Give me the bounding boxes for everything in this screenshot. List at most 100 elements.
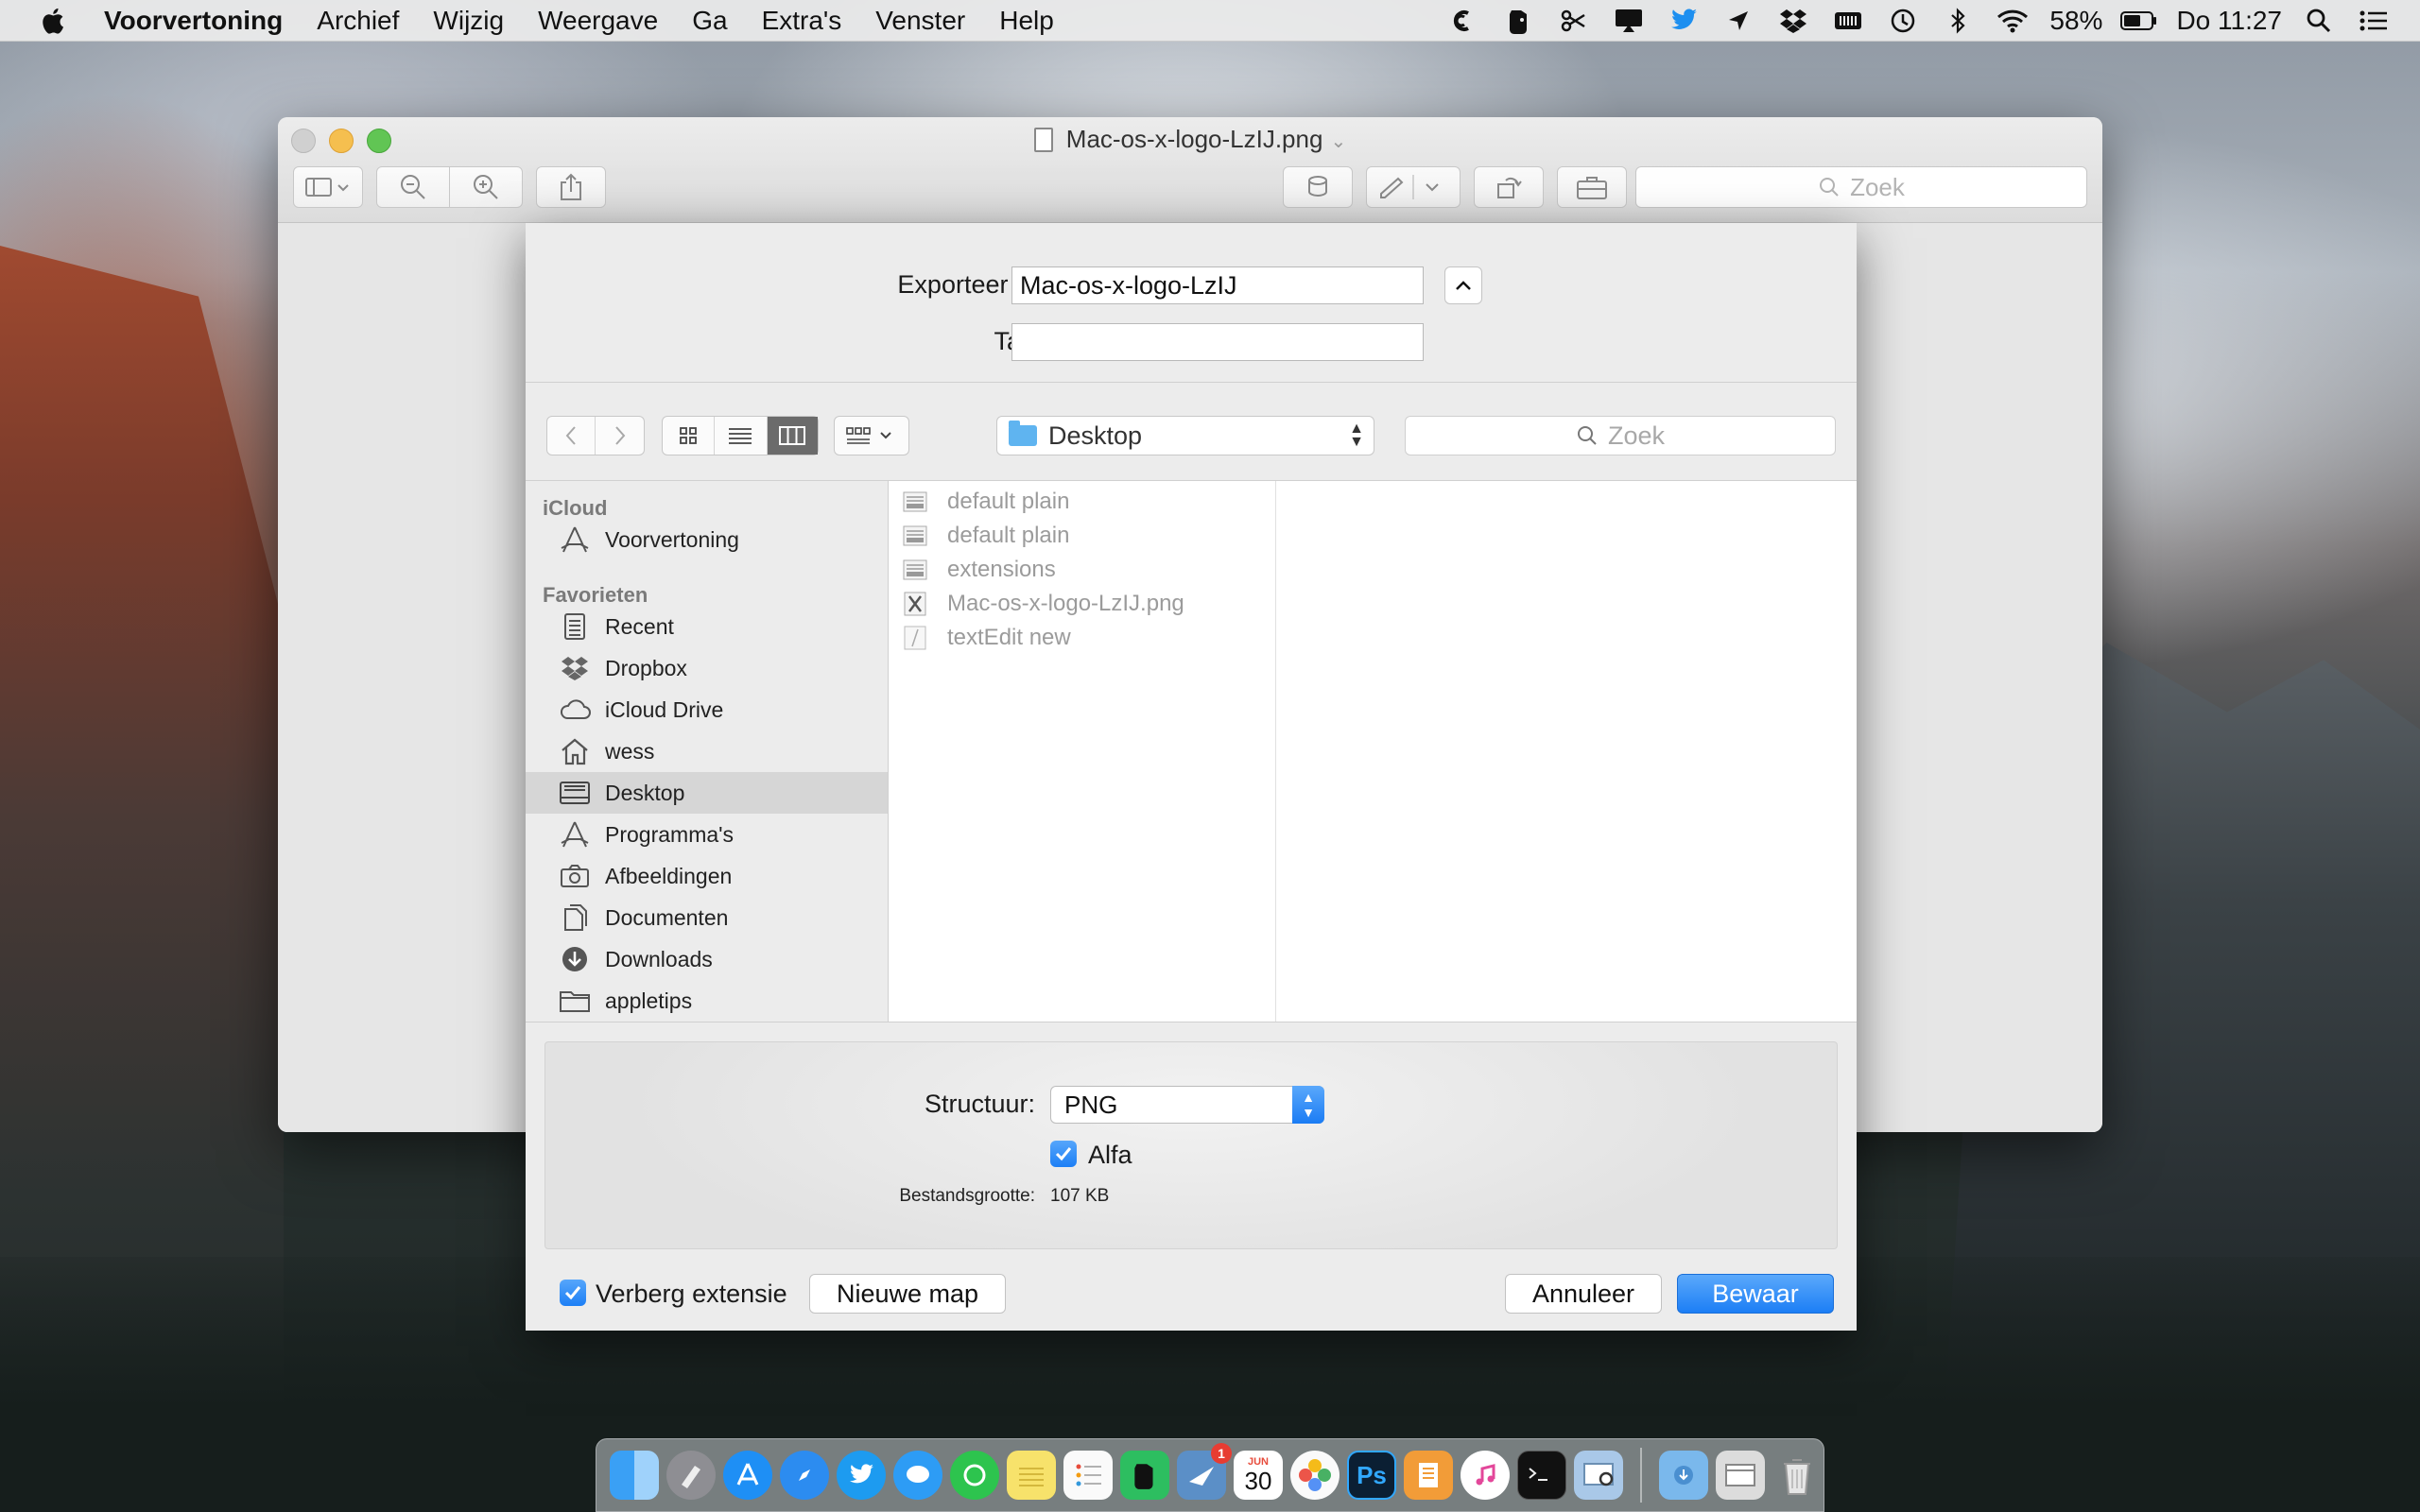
sidebar-item-desktop[interactable]: Desktop xyxy=(526,772,888,814)
arrange-control xyxy=(834,416,909,455)
sheet-search-field[interactable]: Zoek xyxy=(1405,416,1836,455)
sidebar-item-label: Dropbox xyxy=(605,655,687,680)
time-machine-icon[interactable] xyxy=(1876,0,1930,42)
calendar-icon[interactable]: JUN 30 xyxy=(1234,1451,1283,1500)
calendar-day: 30 xyxy=(1244,1467,1272,1495)
launchpad-icon[interactable] xyxy=(666,1451,716,1500)
share-button[interactable] xyxy=(536,166,606,208)
file-row[interactable]: default plain xyxy=(889,519,1276,553)
finder-icon[interactable] xyxy=(610,1451,659,1500)
export-name-field[interactable]: Mac-os-x-logo-LzIJ xyxy=(1011,266,1424,304)
sidebar-item-programmas[interactable]: Programma's xyxy=(526,814,888,855)
wifi-icon[interactable] xyxy=(1985,0,2040,42)
zoom-out-icon xyxy=(401,175,425,199)
creative-cloud-icon[interactable] xyxy=(1437,0,1492,42)
location-popup[interactable]: Desktop ▲ ▼ xyxy=(996,416,1374,455)
toolbox-icon xyxy=(1577,177,1607,199)
menubar-clock[interactable]: Do 11:27 xyxy=(2167,6,2291,36)
menu-extras[interactable]: Extra's xyxy=(745,0,859,42)
menu-wijzig[interactable]: Wijzig xyxy=(416,0,521,42)
sidebar-item-dropbox[interactable]: Dropbox xyxy=(526,647,888,689)
twitter-app-icon[interactable] xyxy=(837,1451,886,1500)
menu-app-name[interactable]: Voorvertoning xyxy=(104,0,300,42)
dropbox-icon[interactable] xyxy=(1766,0,1821,42)
back-button[interactable] xyxy=(547,417,596,455)
preview-search-field[interactable]: Zoek xyxy=(1635,166,2087,208)
format-popup[interactable]: PNG ▲ ▼ xyxy=(1050,1086,1324,1124)
pages-icon[interactable] xyxy=(1404,1451,1453,1500)
airplay-display-icon[interactable] xyxy=(1601,0,1656,42)
file-row[interactable]: Mac-os-x-logo-LzIJ.png xyxy=(889,587,1276,621)
safari-icon[interactable] xyxy=(780,1451,829,1500)
rotate-left-button[interactable] xyxy=(1474,166,1544,208)
sidebar-item-documenten[interactable]: Documenten xyxy=(526,897,888,938)
preview-app-icon[interactable] xyxy=(1574,1451,1623,1500)
collapse-sheet-button[interactable] xyxy=(1444,266,1482,304)
trash-icon[interactable] xyxy=(1772,1451,1822,1500)
sidebar-toggle-button[interactable] xyxy=(293,166,363,208)
save-button[interactable]: Bewaar xyxy=(1677,1274,1834,1314)
sidebar-item-voorvertoning[interactable]: Voorvertoning xyxy=(526,519,888,560)
terminal-icon[interactable] xyxy=(1517,1451,1566,1500)
hide-extension-checkbox[interactable] xyxy=(560,1280,586,1306)
location-arrow-icon[interactable] xyxy=(1711,0,1766,42)
whatsapp-icon[interactable] xyxy=(950,1451,999,1500)
column-view-button[interactable] xyxy=(767,417,818,455)
bluetooth-icon[interactable] xyxy=(1930,0,1985,42)
twitter-icon[interactable] xyxy=(1656,0,1711,42)
cancel-button[interactable]: Annuleer xyxy=(1505,1274,1662,1314)
messages-icon[interactable] xyxy=(893,1451,942,1500)
window-titlebar: Mac-os-x-logo-LzIJ.png ⌄ Zoek xyxy=(278,117,2102,223)
sidebar-item-afbeeldingen[interactable]: Afbeeldingen xyxy=(526,855,888,897)
sidebar-item-appletips[interactable]: appletips xyxy=(526,980,888,1022)
list-view-button[interactable] xyxy=(715,417,768,455)
toolbox-button[interactable] xyxy=(1557,166,1627,208)
zoom-out-button[interactable] xyxy=(376,166,450,208)
menu-archief[interactable]: Archief xyxy=(300,0,416,42)
spotlight-search-icon[interactable] xyxy=(2291,0,2346,42)
documents-icon xyxy=(558,902,592,933)
downloads-folder-icon[interactable] xyxy=(1659,1451,1708,1500)
markup-button[interactable] xyxy=(1366,166,1461,208)
scissors-icon[interactable] xyxy=(1547,0,1601,42)
app-store-icon[interactable] xyxy=(723,1451,772,1500)
window-title[interactable]: Mac-os-x-logo-LzIJ.png ⌄ xyxy=(278,125,2102,154)
window-stack-icon[interactable] xyxy=(1716,1451,1765,1500)
evernote-app-icon[interactable] xyxy=(1120,1451,1169,1500)
zoom-in-button[interactable] xyxy=(449,166,523,208)
memory-icon[interactable] xyxy=(1821,0,1876,42)
notification-center-icon[interactable] xyxy=(2346,0,2401,42)
itunes-icon[interactable] xyxy=(1461,1451,1510,1500)
file-row[interactable]: extensions xyxy=(889,553,1276,587)
apple-menu-icon[interactable] xyxy=(0,0,104,42)
evernote-icon[interactable] xyxy=(1492,0,1547,42)
file-row[interactable]: textEdit new xyxy=(889,621,1276,655)
arrange-button[interactable] xyxy=(835,417,908,455)
sidebar-item-downloads[interactable]: Downloads xyxy=(526,938,888,980)
rotate-button[interactable] xyxy=(1283,166,1353,208)
tags-field[interactable] xyxy=(1011,323,1424,361)
sidebar-item-recent[interactable]: Recent xyxy=(526,606,888,647)
battery-percent[interactable]: 58% xyxy=(2040,6,2112,36)
new-folder-button[interactable]: Nieuwe map xyxy=(809,1274,1006,1314)
recent-icon xyxy=(558,611,592,642)
forward-button[interactable] xyxy=(596,417,644,455)
sidebar-item-wess[interactable]: wess xyxy=(526,730,888,772)
photos-icon[interactable] xyxy=(1290,1451,1340,1500)
file-row[interactable]: default plain xyxy=(889,485,1276,519)
zoom-in-icon xyxy=(474,175,498,199)
menu-venster[interactable]: Venster xyxy=(858,0,982,42)
sidebar-item-icloud-drive[interactable]: iCloud Drive xyxy=(526,689,888,730)
icon-view-button[interactable] xyxy=(663,417,716,455)
reminders-icon[interactable] xyxy=(1063,1451,1113,1500)
mail-app-icon[interactable]: 1 xyxy=(1177,1443,1232,1500)
camera-icon xyxy=(558,861,592,891)
menu-ga[interactable]: Ga xyxy=(675,0,744,42)
alpha-checkbox[interactable] xyxy=(1050,1141,1077,1167)
battery-icon[interactable] xyxy=(2112,0,2167,42)
photoshop-icon[interactable]: Ps xyxy=(1347,1451,1396,1500)
notes-icon[interactable] xyxy=(1007,1451,1056,1500)
menu-weergave[interactable]: Weergave xyxy=(521,0,675,42)
menu-help[interactable]: Help xyxy=(982,0,1071,42)
pen-icon xyxy=(1380,175,1439,199)
